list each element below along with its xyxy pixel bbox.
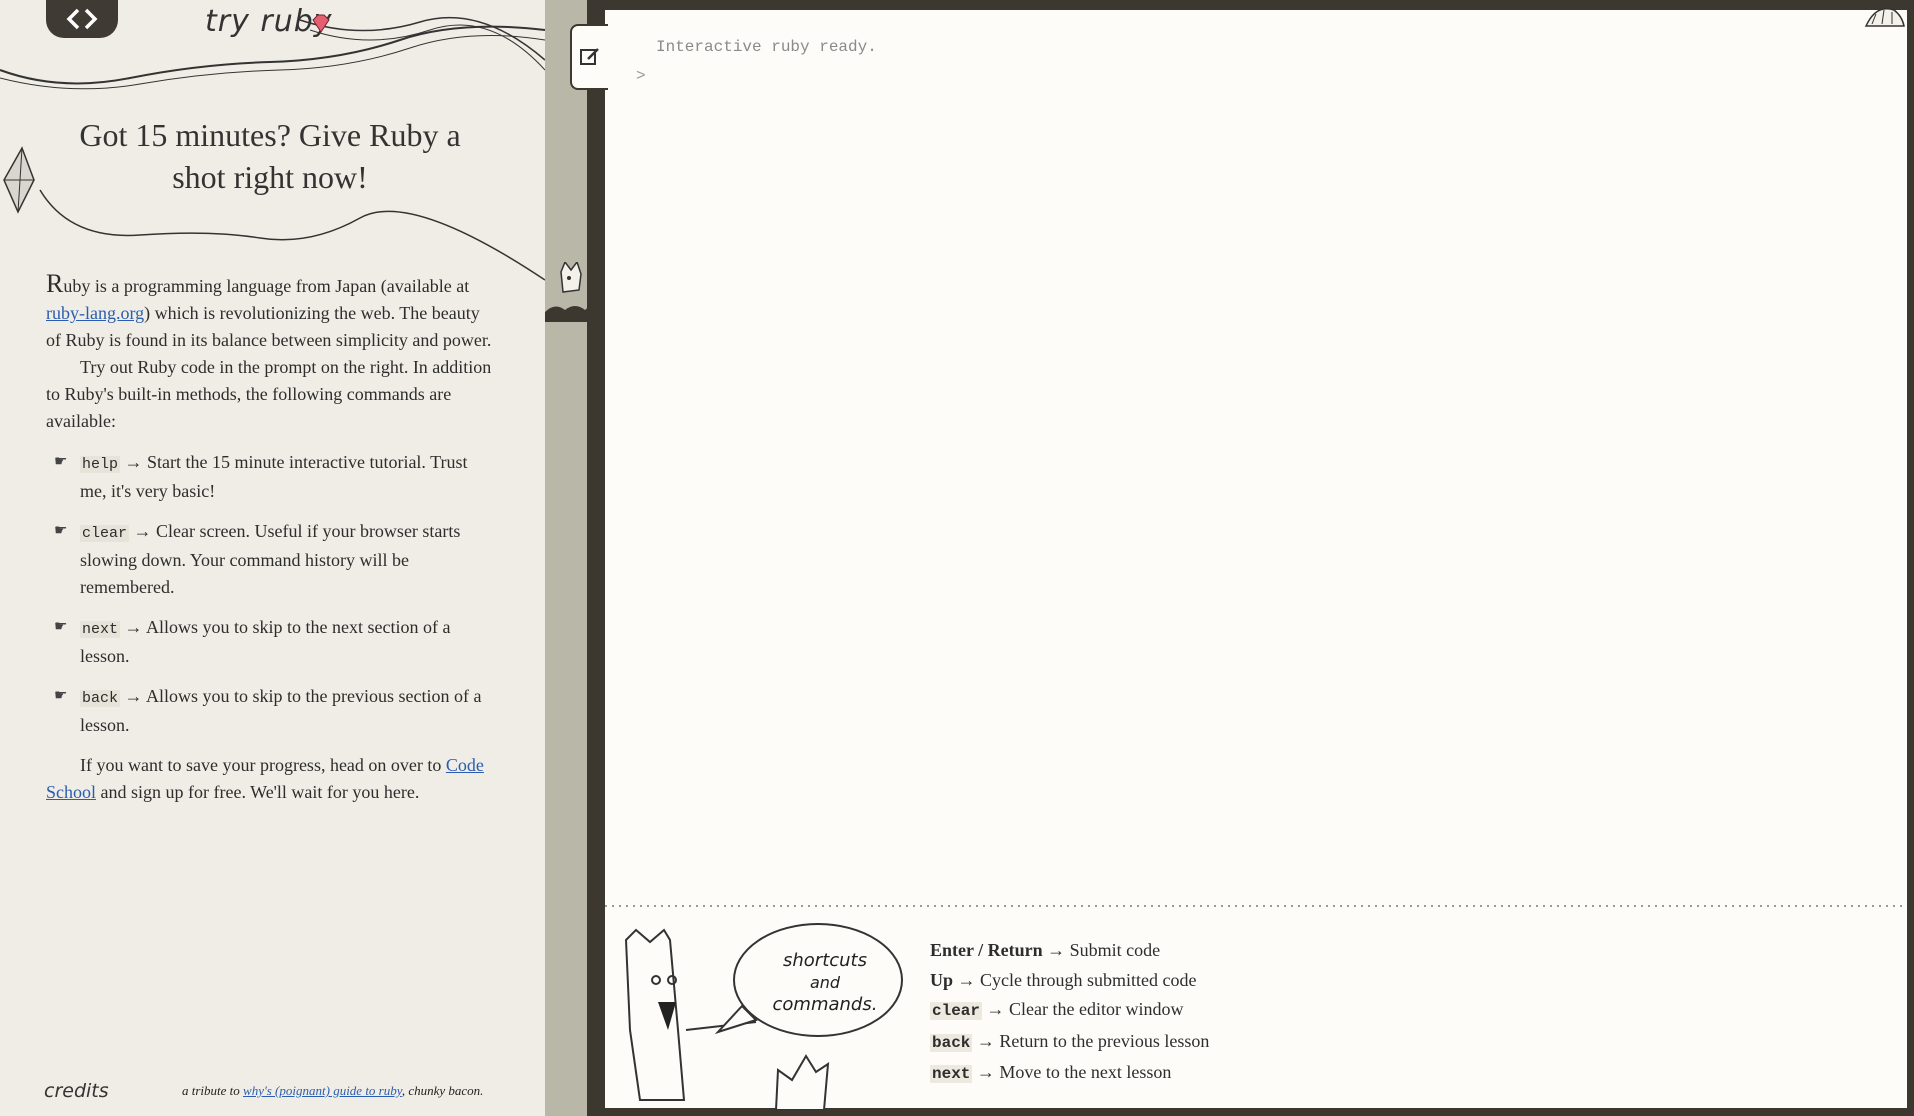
turtle-icon: [1864, 8, 1905, 27]
ruby-lang-link[interactable]: ruby-lang.org: [46, 303, 144, 323]
credits-link[interactable]: credits: [44, 1080, 109, 1102]
list-item: ☛ next → Allows you to skip to the next …: [46, 614, 496, 670]
list-item: back → Return to the previous lesson: [930, 1027, 1209, 1059]
save-text-a: If you want to save your progress, head …: [80, 755, 446, 775]
shortcut-desc: → Clear the editor window: [982, 999, 1184, 1019]
shortcut-desc: → Cycle through submitted code: [953, 969, 1197, 990]
hand-pointer-icon: ☛: [54, 523, 68, 539]
command-name: next: [80, 621, 121, 638]
shortcut-key: clear: [930, 1002, 983, 1020]
bubble-line: shortcuts: [783, 950, 867, 971]
code-brackets-icon: [66, 8, 98, 30]
edit-icon: [580, 48, 599, 65]
code-logo-button[interactable]: [46, 0, 118, 38]
bubble-line: commands.: [772, 994, 878, 1015]
fox-mascot-icon: [545, 262, 596, 322]
drop-cap: R: [46, 269, 64, 298]
intro-text-a: uby is a programming language from Japan…: [63, 276, 470, 296]
bubble-line: and: [809, 973, 841, 992]
divider-strip: [545, 0, 596, 1116]
list-item: next → Move to the next lesson: [930, 1058, 1209, 1090]
shortcut-key: back: [930, 1033, 973, 1052]
hand-pointer-icon: ☛: [54, 619, 68, 635]
console-prompt[interactable]: >: [636, 67, 646, 85]
command-desc: → Allows you to skip to the next section…: [80, 617, 451, 666]
command-name: back: [80, 690, 121, 707]
dashed-divider: [605, 905, 1907, 907]
save-text-b: and sign up for free. We'll wait for you…: [96, 782, 420, 802]
intro-content: Ruby is a programming language from Japa…: [46, 270, 496, 806]
tribute-text-b: , chunky bacon.: [401, 1083, 484, 1098]
shortcut-desc: → Move to the next lesson: [972, 1062, 1172, 1082]
shortcuts-list: Enter / Return → Submit code Up → Cycle …: [930, 936, 1209, 1090]
shortcuts-bubble-text: shortcuts and commands.: [770, 950, 880, 1016]
list-item: Up → Cycle through submitted code: [930, 966, 1209, 996]
command-desc: → Clear screen. Useful if your browser s…: [80, 521, 461, 597]
poignant-guide-link[interactable]: why's (poignant) guide to ruby: [243, 1083, 402, 1098]
shortcut-key: next: [930, 1065, 973, 1083]
shortcut-desc: → Return to the previous lesson: [972, 1030, 1210, 1051]
command-desc: → Start the 15 minute interactive tutori…: [80, 452, 468, 501]
commands-list: ☛ help → Start the 15 minute interactive…: [46, 449, 496, 739]
ruby-gem-icon: [312, 14, 330, 33]
list-item: Enter / Return → Submit code: [930, 936, 1209, 966]
command-desc: → Allows you to skip to the previous sec…: [80, 686, 482, 735]
hand-pointer-icon: ☛: [54, 454, 68, 470]
shortcut-desc: → Submit code: [1042, 940, 1161, 960]
list-item: ☛ clear → Clear screen. Useful if your b…: [46, 518, 496, 601]
edit-button[interactable]: [570, 24, 608, 90]
shortcut-key: Enter / Return: [930, 940, 1043, 960]
console-ready-message: Interactive ruby ready.: [656, 38, 877, 56]
commands-intro-paragraph: Try out Ruby code in the prompt on the r…: [46, 357, 492, 431]
left-panel: try ruby Got 15 minutes? Give Ruby a sho…: [0, 0, 545, 1116]
command-name: help: [80, 456, 121, 473]
hand-pointer-icon: ☛: [54, 688, 68, 704]
list-item: clear → Clear the editor window: [930, 995, 1209, 1027]
command-name: clear: [80, 525, 130, 542]
intro-paragraph: Ruby is a programming language from Japa…: [46, 270, 496, 354]
tribute-footer: a tribute to why's (poignant) guide to r…: [182, 1083, 483, 1099]
save-progress-paragraph: If you want to save your progress, head …: [46, 752, 496, 806]
shortcut-key: Up: [930, 969, 954, 990]
editor-border: [587, 0, 596, 1116]
list-item: ☛ help → Start the 15 minute interactive…: [46, 449, 496, 505]
list-item: ☛ back → Allows you to skip to the previ…: [46, 683, 496, 739]
tribute-text-a: a tribute to: [182, 1083, 244, 1098]
